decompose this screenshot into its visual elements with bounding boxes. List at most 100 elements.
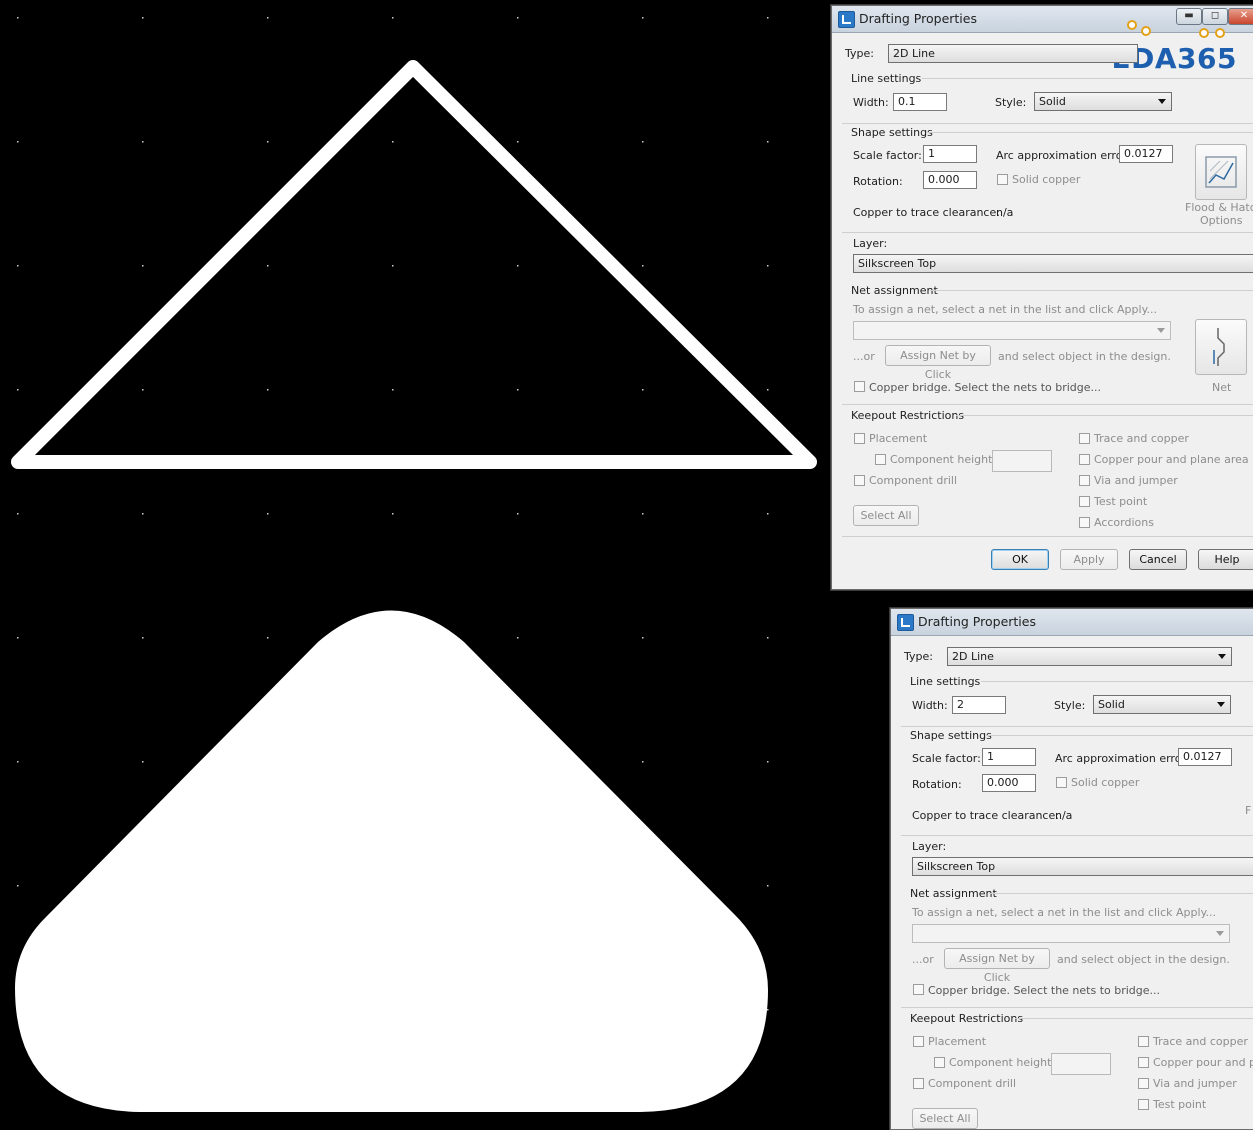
- divider: [989, 893, 1253, 894]
- solid-copper-label: Solid copper: [1071, 776, 1140, 789]
- select-all-label: Select All: [919, 1112, 971, 1125]
- copper-pour-checkbox[interactable]: [1079, 454, 1090, 465]
- net-hint-text: To assign a net, select a net in the lis…: [853, 303, 1158, 316]
- component-drill-checkbox[interactable]: [854, 475, 865, 486]
- component-drill-label: Component drill: [869, 474, 958, 487]
- divider: [842, 404, 1253, 405]
- type-select[interactable]: 2D Line: [888, 44, 1138, 63]
- rounded-triangle-filled-shape[interactable]: [15, 610, 768, 1113]
- solid-copper-label: Solid copper: [1012, 173, 1081, 186]
- arc-error-value: 0.0127: [1183, 750, 1222, 763]
- assign-net-by-click-button[interactable]: Assign Net by Click: [885, 345, 991, 381]
- test-point-checkbox[interactable]: [1079, 496, 1090, 507]
- grid-dot: [767, 389, 769, 391]
- scale-factor-input[interactable]: 1: [982, 748, 1036, 766]
- help-label: Help: [1214, 553, 1240, 566]
- layer-label: Layer:: [853, 237, 888, 250]
- component-drill-checkbox[interactable]: [913, 1078, 924, 1089]
- layer-select-value: Silkscreen Top: [858, 257, 937, 270]
- scale-factor-input[interactable]: 1: [923, 145, 977, 163]
- solid-copper-checkbox[interactable]: [1056, 777, 1067, 788]
- style-select[interactable]: Solid: [1034, 92, 1172, 111]
- scale-factor-label: Scale factor:: [912, 752, 981, 765]
- solid-copper-checkbox[interactable]: [997, 174, 1008, 185]
- grid-dot: [517, 513, 519, 515]
- placement-checkbox[interactable]: [913, 1036, 924, 1047]
- grid-dot: [642, 265, 644, 267]
- test-point-checkbox[interactable]: [1138, 1099, 1149, 1110]
- minimize-button[interactable]: ▬: [1176, 8, 1202, 25]
- cancel-button[interactable]: Cancel: [1129, 549, 1187, 570]
- grid-dot: [392, 141, 394, 143]
- type-label: Type:: [904, 650, 933, 663]
- shape-settings-heading: Shape settings: [910, 729, 992, 742]
- dialog-titlebar[interactable]: Drafting Properties: [891, 609, 1253, 636]
- component-height-input[interactable]: [992, 450, 1052, 472]
- rotation-input[interactable]: 0.000: [923, 171, 977, 189]
- copper-pour-checkbox[interactable]: [1138, 1057, 1149, 1068]
- chevron-down-icon: [1157, 328, 1165, 333]
- component-height-checkbox[interactable]: [934, 1057, 945, 1068]
- net-select[interactable]: [912, 924, 1230, 943]
- maximize-button[interactable]: ◻: [1202, 8, 1228, 25]
- trace-copper-label: Trace and copper: [1153, 1035, 1248, 1048]
- grid-dot: [267, 513, 269, 515]
- divider: [985, 735, 1253, 736]
- grid-dot: [142, 17, 144, 19]
- component-height-input[interactable]: [1051, 1053, 1111, 1075]
- ok-button[interactable]: OK: [991, 549, 1049, 570]
- width-input[interactable]: 0.1: [893, 93, 947, 111]
- triangle-outline-shape[interactable]: [11, 60, 817, 469]
- divider: [901, 1007, 1253, 1008]
- divider: [842, 123, 1253, 124]
- trace-copper-checkbox[interactable]: [1079, 433, 1090, 444]
- grid-dot: [142, 513, 144, 515]
- copper-bridge-label: Copper bridge. Select the nets to bridge…: [928, 984, 1161, 997]
- layer-select[interactable]: Silkscreen Top: [912, 857, 1253, 876]
- chevron-down-icon: [1217, 702, 1225, 707]
- select-all-button[interactable]: Select All: [912, 1108, 978, 1129]
- component-height-label: Component height: [890, 453, 993, 466]
- via-jumper-checkbox[interactable]: [1079, 475, 1090, 486]
- type-select[interactable]: 2D Line: [947, 647, 1232, 666]
- divider: [901, 835, 1253, 836]
- trace-copper-checkbox[interactable]: [1138, 1036, 1149, 1047]
- width-input[interactable]: 2: [952, 696, 1006, 714]
- layer-label: Layer:: [912, 840, 947, 853]
- close-button[interactable]: ✕: [1228, 8, 1253, 25]
- drafting-properties-dialog-top: Drafting Properties ▬ ◻ ✕ EDA365 Type: 2…: [831, 5, 1253, 590]
- grid-dot: [517, 265, 519, 267]
- flood-hatch-label-clipped: F: [1245, 804, 1252, 817]
- line-settings-heading: Line settings: [851, 72, 922, 85]
- arc-error-label: Arc approximation error:: [1055, 752, 1190, 765]
- select-object-text: and select object in the design.: [1057, 953, 1230, 966]
- divider: [926, 132, 1253, 133]
- flood-hatch-options-button[interactable]: [1195, 144, 1247, 200]
- grid-dot: [142, 637, 144, 639]
- app-icon: [897, 614, 914, 631]
- copper-bridge-checkbox[interactable]: [913, 984, 924, 995]
- shape-settings-heading: Shape settings: [851, 126, 933, 139]
- dialog-titlebar[interactable]: Drafting Properties ▬ ◻ ✕: [832, 6, 1253, 38]
- help-button[interactable]: Help: [1198, 549, 1253, 570]
- apply-button[interactable]: Apply: [1060, 549, 1118, 570]
- grid-dot: [17, 761, 19, 763]
- component-height-checkbox[interactable]: [875, 454, 886, 465]
- net-select[interactable]: [853, 321, 1171, 340]
- via-jumper-checkbox[interactable]: [1138, 1078, 1149, 1089]
- arc-error-input[interactable]: 0.0127: [1178, 748, 1232, 766]
- arc-error-input[interactable]: 0.0127: [1119, 145, 1173, 163]
- rotation-input[interactable]: 0.000: [982, 774, 1036, 792]
- assign-net-by-click-button[interactable]: Assign Net by Click: [944, 948, 1050, 984]
- style-select[interactable]: Solid: [1093, 695, 1231, 714]
- divider: [842, 536, 1253, 537]
- net-button[interactable]: [1195, 319, 1247, 375]
- style-select-value: Solid: [1039, 95, 1066, 108]
- test-point-label: Test point: [1153, 1098, 1207, 1111]
- grid-dot: [767, 265, 769, 267]
- copper-bridge-checkbox[interactable]: [854, 381, 865, 392]
- placement-checkbox[interactable]: [854, 433, 865, 444]
- layer-select[interactable]: Silkscreen Top: [853, 254, 1253, 273]
- select-all-button[interactable]: Select All: [853, 505, 919, 526]
- accordions-checkbox[interactable]: [1079, 517, 1090, 528]
